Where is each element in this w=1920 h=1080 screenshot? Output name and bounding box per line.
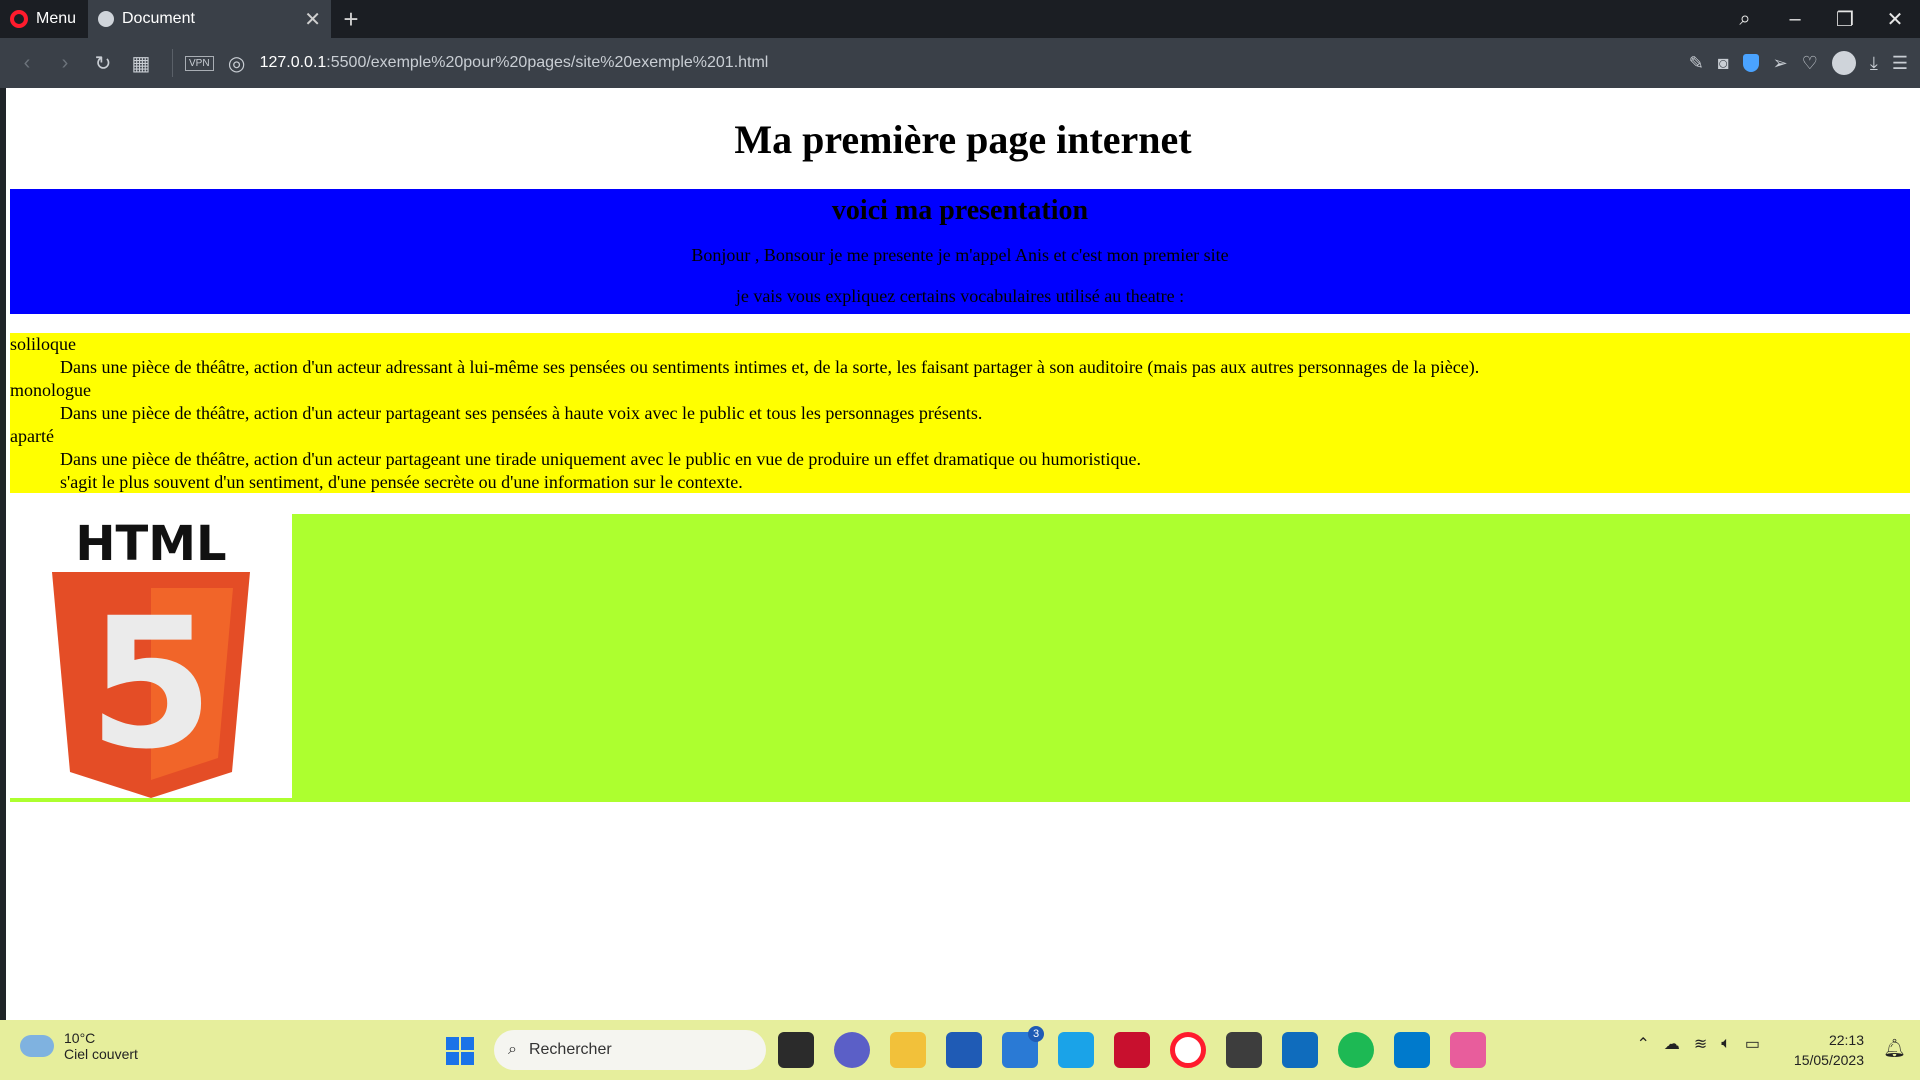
battery-icon[interactable]: ▭	[1745, 1034, 1760, 1054]
volume-icon[interactable]: 🔈︎	[1721, 1035, 1731, 1053]
tab-title: Document	[122, 10, 195, 27]
url-host: 127.0.0.1	[259, 54, 327, 71]
globe-icon	[98, 11, 114, 27]
address-bar: ‹ › ↻ ▦ VPN ◎ 127.0.0.1:5500/exemple%20p…	[0, 38, 1920, 88]
download-icon[interactable]: ⤓	[1870, 53, 1878, 74]
pinned-apps: 3	[778, 1026, 1486, 1068]
reload-button[interactable]: ↻	[84, 51, 122, 76]
taskbar-search[interactable]: ⌕ Rechercher	[494, 1030, 766, 1070]
clock[interactable]: 22:13 15/05/2023	[1794, 1030, 1864, 1070]
clock-time: 22:13	[1828, 1032, 1864, 1048]
presentation-heading: voici ma presentation	[831, 195, 1089, 226]
search-icon: ⌕	[508, 1041, 517, 1058]
minimize-button[interactable]: –	[1770, 8, 1820, 31]
vocabulary-list: soliloque Dans une pièce de théâtre, act…	[10, 333, 1910, 493]
definition-monologue: Dans une pièce de théâtre, action d'un a…	[60, 403, 983, 423]
presentation-section: voici ma presentation Bonjour , Bonsour …	[10, 189, 1910, 314]
opera-logo-icon	[10, 10, 28, 28]
opera-menu-button[interactable]: Menu	[0, 0, 88, 38]
html-logo-text: HTML	[75, 516, 226, 572]
taskbar: 10°C Ciel couvert ⌕ Rechercher 3 ⌃ ☁ ≋ 🔈…	[0, 1020, 1920, 1080]
spotify-icon[interactable]	[1338, 1032, 1374, 1068]
url-field[interactable]: 127.0.0.1:5500/exemple%20pour%20pages/si…	[260, 54, 769, 72]
restore-button[interactable]: ❐	[1820, 7, 1870, 32]
presentation-line-1: Bonjour , Bonsour je me presente je m'ap…	[691, 245, 1229, 265]
onedrive-icon[interactable]: ☁	[1664, 1034, 1680, 1054]
heart-icon[interactable]: ♡	[1802, 53, 1818, 74]
html5-logo-image: HTML 5	[10, 514, 292, 798]
clock-date: 15/05/2023	[1793, 1052, 1864, 1068]
temperature: 10°C	[64, 1030, 96, 1046]
teams-chat-icon[interactable]	[834, 1032, 870, 1068]
image-section: HTML 5	[10, 514, 1910, 802]
html5-number-text: 5	[88, 580, 213, 789]
weather-text: Ciel couvert	[64, 1046, 138, 1062]
task-view-icon[interactable]	[778, 1032, 814, 1068]
start-button[interactable]	[446, 1037, 474, 1065]
presentation-line-2: je vais vous expliquez certains vocabula…	[735, 286, 1185, 306]
term-soliloque: soliloque	[10, 334, 76, 354]
back-button[interactable]: ‹	[8, 52, 46, 75]
definition-soliloque: Dans une pièce de théâtre, action d'un a…	[60, 357, 1480, 377]
system-tray: ⌃ ☁ ≋ 🔈︎ ▭	[1636, 1034, 1760, 1054]
wifi-icon[interactable]: ≋	[1694, 1034, 1707, 1054]
search-tabs-icon[interactable]: ⌕	[1720, 8, 1770, 31]
opera-taskbar-icon[interactable]	[1170, 1032, 1206, 1068]
notification-bell-icon[interactable]: 🔔︎	[1883, 1038, 1906, 1059]
menu-label: Menu	[36, 10, 77, 27]
store-icon[interactable]	[946, 1032, 982, 1068]
close-tab-icon[interactable]: ✕	[304, 7, 321, 32]
divider	[172, 49, 173, 77]
tab-bar: Menu Document ✕ + ⌕ – ❐ ✕	[0, 0, 1920, 38]
search-placeholder: Rechercher	[528, 1041, 612, 1058]
definition-aparte: Dans une pièce de théâtre, action d'un a…	[60, 449, 1141, 469]
weather-widget[interactable]: 10°C Ciel couvert	[20, 1030, 138, 1062]
camera-icon[interactable]: ◙	[1718, 53, 1729, 74]
shield-icon[interactable]	[1742, 54, 1759, 72]
send-icon[interactable]: ➢	[1773, 53, 1788, 74]
easy-setup-icon[interactable]: ☰	[1892, 53, 1908, 74]
page-title: Ma première page internet	[734, 117, 1192, 162]
profile-avatar[interactable]	[1831, 51, 1856, 75]
tabs-grid-icon[interactable]: ▦	[122, 51, 160, 76]
term-monologue: monologue	[10, 380, 91, 400]
new-tab-button[interactable]: +	[331, 4, 371, 35]
page-viewport: Ma première page internet voici ma prese…	[6, 88, 1920, 1020]
snipping-tool-icon[interactable]	[1450, 1032, 1486, 1068]
lexibar-icon[interactable]	[1058, 1032, 1094, 1068]
edit-icon[interactable]: ✎	[1689, 53, 1704, 74]
term-aparte: aparté	[10, 426, 54, 446]
address-bar-actions: ✎ ◙ ➢ ♡ ⤓ ☰	[1689, 38, 1908, 88]
site-info-icon[interactable]: ◎	[224, 51, 250, 76]
cloud-icon	[20, 1035, 54, 1057]
mail-badge: 3	[1028, 1026, 1044, 1042]
html5-logo-icon: HTML 5	[52, 516, 250, 798]
chevron-up-icon[interactable]: ⌃	[1636, 1034, 1649, 1054]
url-path: :5500/exemple%20pour%20pages/site%20exem…	[326, 54, 769, 71]
close-window-button[interactable]: ✕	[1870, 7, 1920, 32]
mail-icon[interactable]: 3	[1002, 1026, 1044, 1068]
mcafee-icon[interactable]	[1114, 1032, 1150, 1068]
vpn-badge[interactable]: VPN	[185, 55, 214, 71]
sublime-text-icon[interactable]	[1226, 1032, 1262, 1068]
forward-button[interactable]: ›	[46, 52, 84, 75]
window-controls: ⌕ – ❐ ✕	[1720, 0, 1920, 38]
remote-app-icon[interactable]	[1282, 1032, 1318, 1068]
vscode-icon[interactable]	[1394, 1032, 1430, 1068]
definition-aparte-extra: s'agit le plus souvent d'un sentiment, d…	[60, 472, 743, 492]
file-explorer-icon[interactable]	[890, 1032, 926, 1068]
tab-document[interactable]: Document ✕	[88, 0, 331, 38]
